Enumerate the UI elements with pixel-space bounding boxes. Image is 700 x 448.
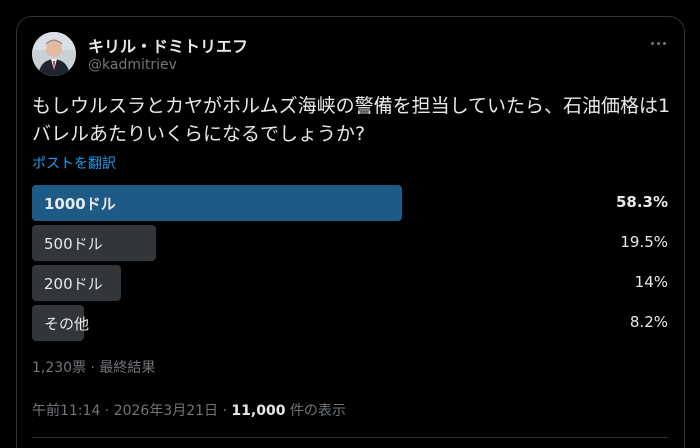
post-timestamp[interactable]: 午前11:14 · 2026年3月21日 · — [32, 403, 231, 419]
avatar-image — [32, 32, 76, 76]
poll-option-percent: 14% — [634, 273, 668, 291]
poll-option-percent: 19.5% — [620, 233, 668, 251]
poll-option: 200ドル 14% — [32, 265, 668, 301]
poll-option: 1000ドル 58.3% — [32, 185, 668, 221]
poll-option-label: 200ドル — [44, 275, 103, 293]
poll-option-label: 500ドル — [44, 235, 103, 253]
divider — [32, 437, 668, 438]
poll-option-label: その他 — [44, 315, 90, 333]
poll-summary: 1,230票 · 最終結果 — [32, 360, 156, 376]
poll-option-label: 1000ドル — [44, 195, 116, 213]
author-name[interactable]: キリル・ドミトリエフ — [88, 33, 248, 57]
poll-option-percent: 58.3% — [615, 193, 668, 211]
post-meta: 午前11:14 · 2026年3月21日 · 11,000 件の表示 — [32, 400, 346, 420]
avatar[interactable] — [32, 32, 76, 76]
translate-link[interactable]: ポストを翻訳 — [32, 153, 116, 173]
poll-option-percent: 8.2% — [629, 313, 668, 331]
post-text: もしウルスラとカヤがホルムズ海峡の警備を担当していたら、石油価格は1バレルあたり… — [32, 95, 671, 145]
view-count-label: 件の表示 — [285, 403, 346, 419]
more-options-icon[interactable] — [648, 36, 668, 50]
poll-option: その他 8.2% — [32, 305, 668, 341]
author-handle[interactable]: @kadmitriev — [88, 57, 177, 73]
view-count: 11,000 — [231, 403, 286, 419]
poll-option: 500ドル 19.5% — [32, 225, 668, 261]
